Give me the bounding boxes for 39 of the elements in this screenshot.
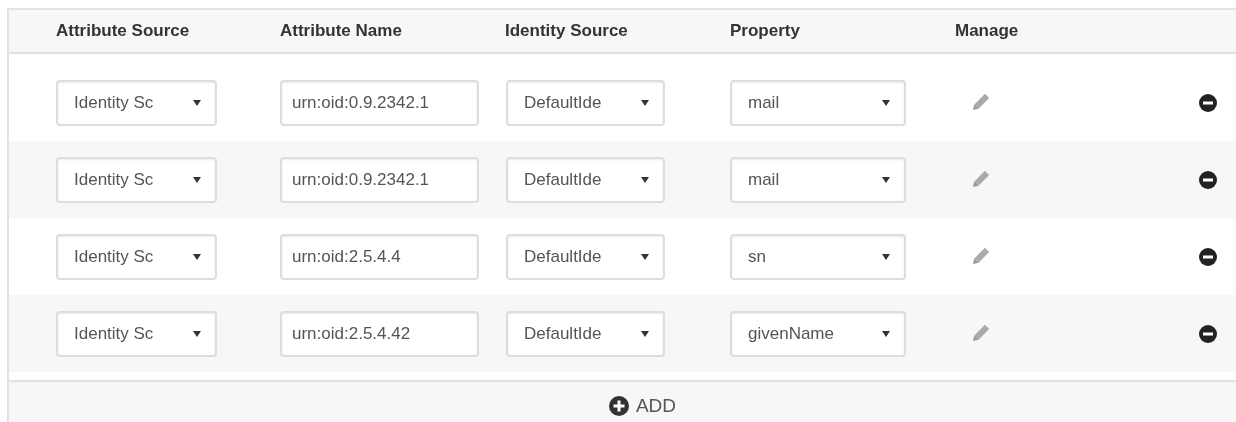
property-select[interactable]: sn xyxy=(730,233,906,280)
caret-icon xyxy=(641,99,649,106)
remove-icon[interactable] xyxy=(1199,247,1217,266)
remove-icon[interactable] xyxy=(1199,93,1217,112)
add-button[interactable]: ADD xyxy=(608,394,677,418)
caret-icon xyxy=(882,330,890,337)
caret-icon xyxy=(641,176,649,183)
attribute-name-field[interactable]: urn:oid:2.5.4.42 xyxy=(280,310,479,357)
caret-icon xyxy=(882,176,890,183)
column-header: Identity Source xyxy=(505,21,628,41)
column-header: Attribute Name xyxy=(280,21,402,41)
property-select[interactable]: mail xyxy=(730,79,906,126)
caret-icon xyxy=(193,253,201,260)
caret-icon xyxy=(193,99,201,106)
identity-source-select[interactable]: DefaultIde xyxy=(506,310,665,357)
remove-icon[interactable] xyxy=(1199,324,1217,343)
attribute-source-select[interactable]: Identity Sc xyxy=(56,233,217,280)
property-select[interactable]: mail xyxy=(730,156,906,203)
attribute-source-select[interactable]: Identity Sc xyxy=(56,156,217,203)
attribute-source-select[interactable]: Identity Sc xyxy=(56,79,217,126)
attribute-source-select[interactable]: Identity Sc xyxy=(56,310,217,357)
column-header: Manage xyxy=(955,21,1019,41)
caret-icon xyxy=(193,330,201,337)
identity-source-select[interactable]: DefaultIde xyxy=(506,233,665,280)
attribute-name-field[interactable]: urn:oid:0.9.2342.1 xyxy=(280,156,479,203)
remove-icon[interactable] xyxy=(1199,170,1217,189)
column-header: Property xyxy=(730,21,800,41)
property-select[interactable]: givenName xyxy=(730,310,906,357)
caret-icon xyxy=(641,330,649,337)
attribute-name-field[interactable]: urn:oid:2.5.4.4 xyxy=(280,233,479,280)
caret-icon xyxy=(882,99,890,106)
add-icon xyxy=(608,396,629,416)
caret-icon xyxy=(193,176,201,183)
caret-icon xyxy=(882,253,890,260)
column-header: Attribute Source xyxy=(56,21,190,41)
attribute-name-field[interactable]: urn:oid:0.9.2342.1 xyxy=(280,79,479,126)
identity-source-select[interactable]: DefaultIde xyxy=(506,79,665,126)
caret-icon xyxy=(641,253,649,260)
identity-source-select[interactable]: DefaultIde xyxy=(506,156,665,203)
